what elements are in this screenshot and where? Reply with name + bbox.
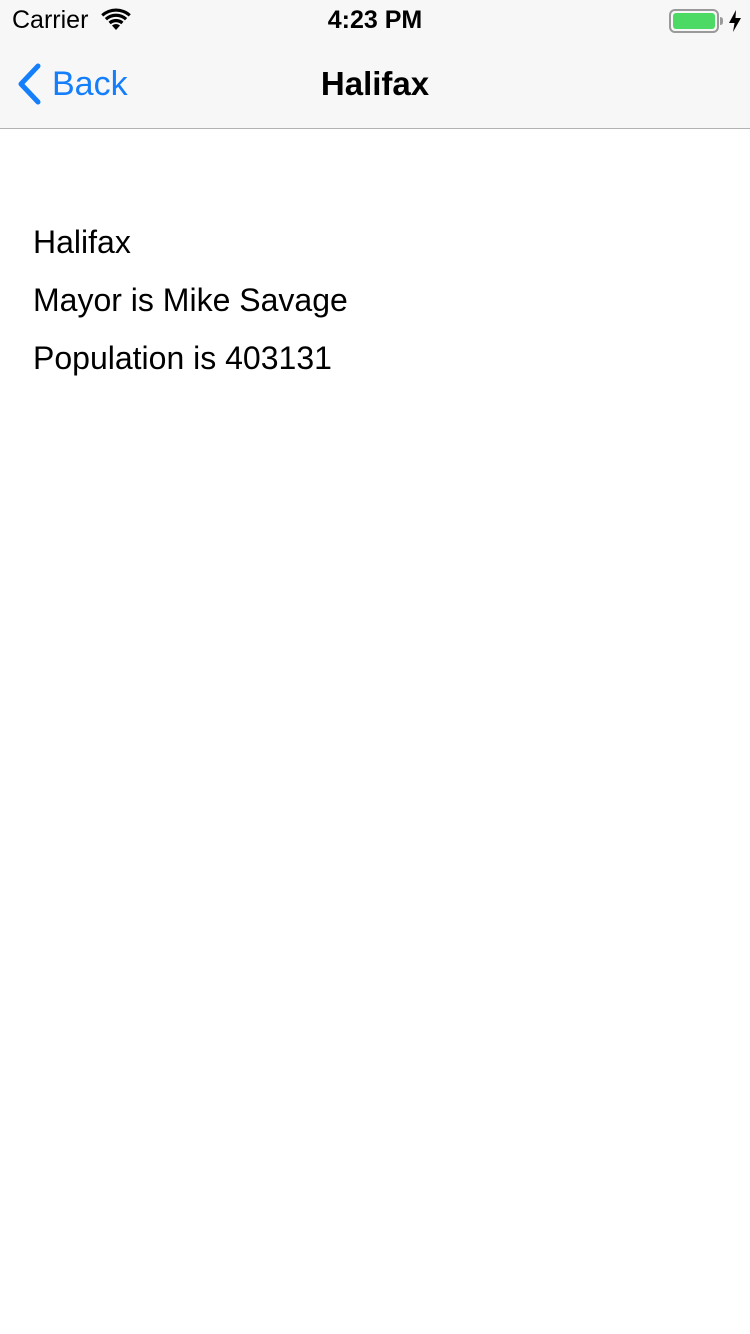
city-info: Halifax Mayor is Mike Savage Population … <box>33 213 348 387</box>
city-detail-screen: Carrier 4:23 PM Halifax Back Halifax May… <box>0 0 750 1334</box>
population-label: Population is 403131 <box>33 340 332 376</box>
back-button[interactable]: Back <box>14 58 128 110</box>
chevron-left-icon <box>14 62 44 106</box>
charging-bolt-icon <box>728 9 742 33</box>
mayor-label: Mayor is Mike Savage <box>33 282 348 318</box>
status-time: 4:23 PM <box>327 6 423 34</box>
back-button-label: Back <box>52 65 128 103</box>
navigation-bar: Halifax Back <box>0 40 750 129</box>
battery-icon <box>669 9 725 33</box>
city-name-label: Halifax <box>33 224 131 260</box>
status-bar: Carrier 4:23 PM <box>0 0 750 40</box>
